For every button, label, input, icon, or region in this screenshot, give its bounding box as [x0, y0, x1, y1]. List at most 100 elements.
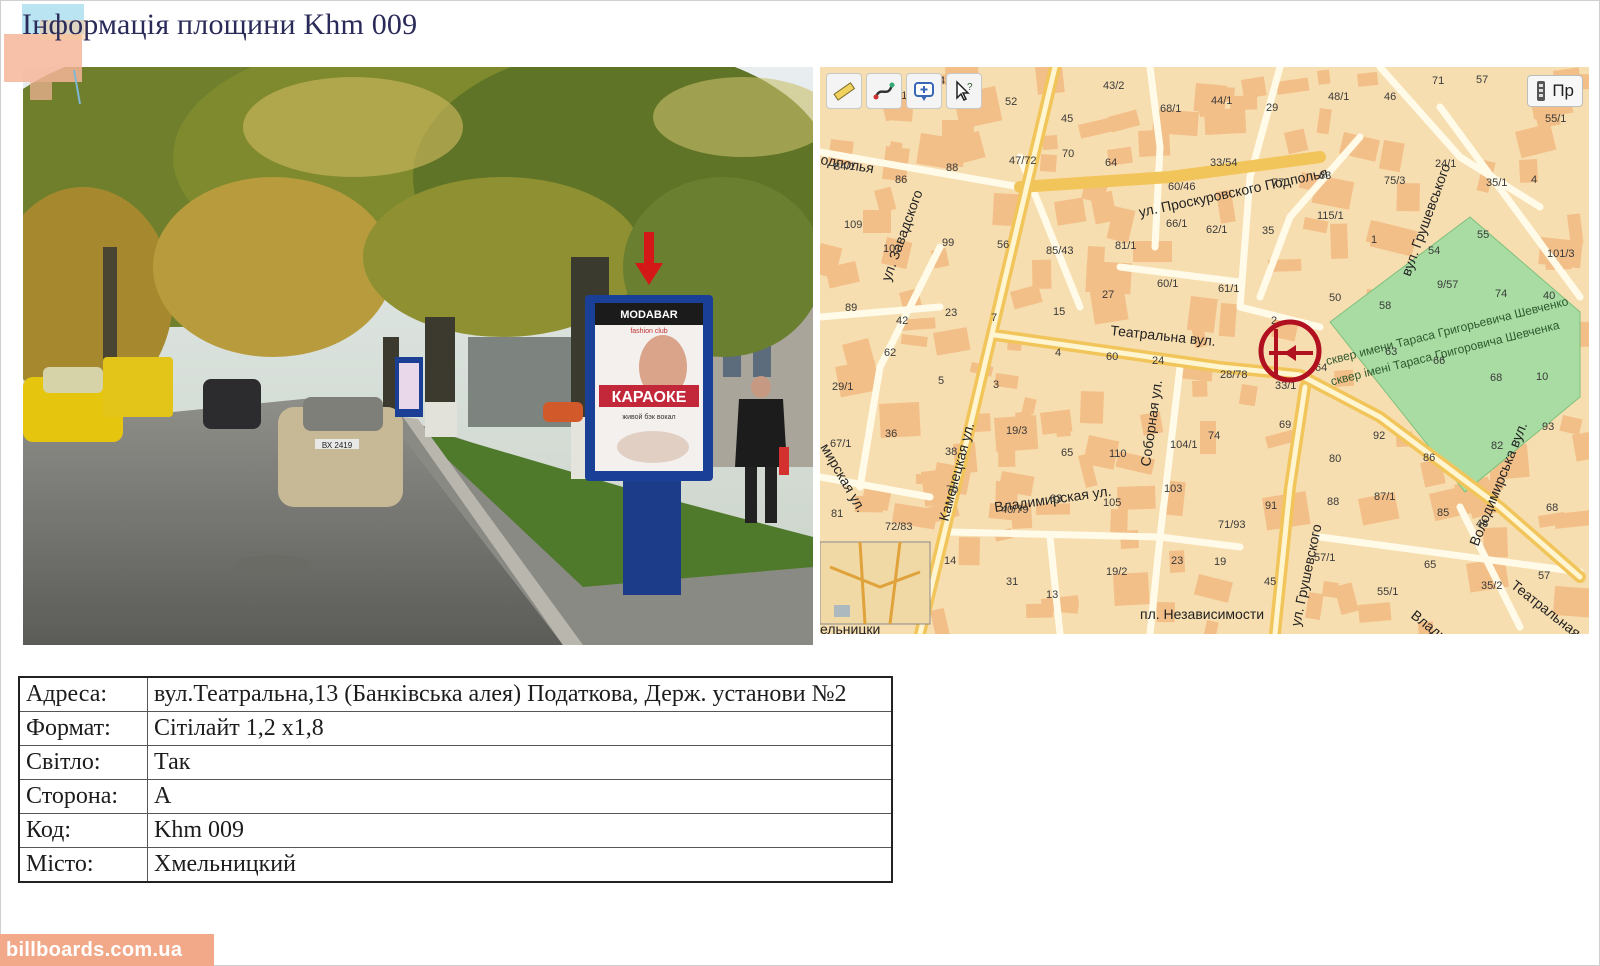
table-row: Сторона: А: [18, 779, 893, 814]
house-number: 55/1: [1545, 113, 1566, 125]
house-number: 99: [942, 237, 954, 249]
house-number: 101: [883, 243, 901, 255]
house-number: 104/1: [1170, 439, 1198, 451]
info-pointer-button[interactable]: ?: [946, 73, 982, 109]
map-building: [1317, 69, 1331, 85]
house-number: 103: [1164, 483, 1182, 495]
map-building: [1040, 409, 1073, 435]
map-building: [1572, 432, 1589, 462]
map-building: [1276, 77, 1310, 95]
pointer-help-icon: ?: [956, 80, 973, 102]
map-building: [1559, 415, 1583, 436]
house-number: 68/1: [1160, 103, 1181, 115]
add-placemark-button[interactable]: [906, 73, 942, 109]
house-number: 71: [1432, 75, 1444, 87]
map-layer-button[interactable]: Пр: [1527, 75, 1583, 107]
house-number: 36: [885, 428, 897, 440]
house-number: 86: [1423, 452, 1435, 464]
poster-tagline: fashion club: [630, 328, 667, 335]
house-number: 4: [1531, 174, 1537, 186]
house-number: 31: [1006, 576, 1018, 588]
house-number: 74: [1495, 288, 1507, 300]
house-number: 29/1: [832, 381, 853, 393]
map-building: [1329, 223, 1349, 259]
house-number: 68: [1546, 502, 1558, 514]
house-number: 28/78: [1220, 369, 1248, 381]
poster-subline: живой бэк вокал: [622, 413, 675, 421]
ruler-tool-button[interactable]: [826, 73, 862, 109]
map-building: [1284, 128, 1309, 155]
house-number: 55/1: [1377, 586, 1398, 598]
house-number: 81/1: [1115, 240, 1136, 252]
house-number: 65: [1424, 559, 1436, 571]
house-number: 84/1: [834, 161, 855, 173]
side-value: А: [147, 779, 893, 814]
house-number: 35: [1262, 225, 1274, 237]
house-number: 93: [1542, 421, 1554, 433]
route-tool-button[interactable]: [866, 73, 902, 109]
house-number: 63: [1319, 170, 1331, 182]
house-number: 68: [1490, 372, 1502, 384]
house-number: 40: [1543, 290, 1555, 302]
house-number: 47/72: [1009, 155, 1037, 167]
table-row: Світло: Так: [18, 745, 893, 780]
map-building: [1138, 129, 1171, 157]
house-number: 44/1: [1211, 95, 1232, 107]
house-number: 23: [945, 307, 957, 319]
house-number: 83: [1050, 493, 1062, 505]
house-number: 65: [1061, 447, 1073, 459]
house-number: 92: [1373, 430, 1385, 442]
house-number: 55: [1477, 229, 1489, 241]
house-number: 85: [1437, 507, 1449, 519]
format-label: Формат:: [18, 711, 148, 746]
house-number: 27: [1102, 289, 1114, 301]
svg-text:?: ?: [967, 82, 973, 93]
house-number: 7: [991, 312, 997, 324]
info-table: Адреса: вул.Театральна,13 (Банківська ал…: [18, 676, 893, 883]
house-number: 101/3: [1547, 248, 1575, 260]
house-number: 62/1: [1206, 224, 1227, 236]
house-number: 80: [1329, 453, 1341, 465]
map-toolbar: ?: [820, 73, 982, 111]
location-map[interactable]: Театральна вул. Каменецкая ул. Соборная ул…: [820, 67, 1589, 634]
poster-headline: КАРАОКЕ: [612, 389, 687, 406]
map-building: [1218, 303, 1237, 338]
map-building: [1202, 619, 1219, 634]
map-building: [1078, 117, 1116, 139]
house-number: 60: [1106, 351, 1118, 363]
map-canvas[interactable]: Театральна вул.Каменецкая ул. Соборная ул…: [820, 67, 1589, 634]
house-number: 13: [1046, 589, 1058, 601]
map-building: [900, 334, 928, 348]
map-building: [863, 210, 891, 233]
map-building: [929, 607, 951, 634]
house-number: 57/1: [1314, 552, 1335, 564]
map-building: [1378, 140, 1405, 173]
house-number: 74: [1208, 430, 1220, 442]
house-number: 72/83: [885, 521, 913, 533]
house-number: 43/2: [1103, 80, 1124, 92]
street-photo-illustration: ВХ 2419 MODABAR fashion club КАРАОКЕ жив…: [23, 67, 813, 645]
light-value: Так: [147, 745, 893, 780]
map-building: [1396, 182, 1420, 212]
house-number: 63: [1385, 346, 1397, 358]
house-number: 40/79: [1001, 504, 1029, 516]
map-building: [1026, 603, 1054, 618]
house-number: 60/1: [1157, 278, 1178, 290]
street-label: Владим: [1408, 607, 1458, 634]
code-value: Khm 009: [147, 813, 893, 848]
map-building: [1230, 95, 1258, 110]
street-label: пл. Независимости: [1140, 606, 1264, 622]
format-value: Сітілайт 1,2 х1,8: [147, 711, 893, 746]
table-row: Код: Khm 009: [18, 813, 893, 848]
map-building: [1054, 197, 1087, 226]
house-number: 50: [1329, 292, 1341, 304]
house-number: 62: [884, 347, 896, 359]
house-number: 19/2: [1106, 566, 1127, 578]
house-number: 46: [1476, 518, 1488, 530]
brand-footer[interactable]: billboards.com.ua: [0, 934, 214, 966]
house-number: 10: [1536, 371, 1548, 383]
house-number: 86: [895, 174, 907, 186]
house-number: 75/3: [1384, 175, 1405, 187]
house-number: 69: [1279, 419, 1291, 431]
poster-brand: MODABAR: [620, 309, 677, 321]
